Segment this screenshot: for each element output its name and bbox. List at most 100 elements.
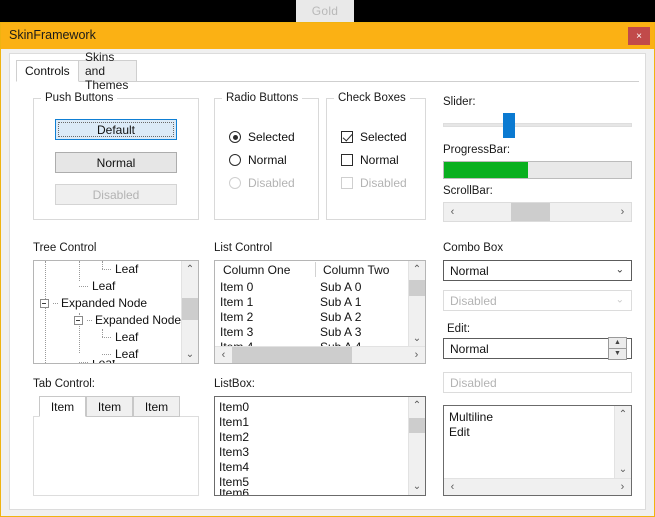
table-row[interactable]: Item 0 Sub A 0 [215,279,425,294]
slider-thumb[interactable] [503,113,515,138]
combo-box-disabled-value: Disabled [450,293,497,308]
scroll-right-icon[interactable]: › [614,203,631,221]
tree-node[interactable]: Leaf [79,278,115,294]
list-horizontal-scrollbar[interactable]: ‹ › [215,346,425,363]
checkbox-disabled-label: Disabled [360,176,407,190]
scroll-up-icon[interactable]: ⌃ [409,261,425,278]
combo-box-normal[interactable]: Normal ⌄ [443,260,632,281]
list-control[interactable]: Column One Column Two Item 0 Sub A 0 Ite… [214,260,426,364]
list-vertical-scrollbar[interactable]: ⌃ ⌄ [408,261,425,347]
tab-item-2[interactable]: Item [86,396,133,417]
radio-selected[interactable]: Selected [229,130,295,144]
list-hscroll-thumb[interactable] [232,347,352,363]
tree-node[interactable]: Leaf [102,329,138,345]
scroll-left-icon[interactable]: ‹ [444,479,461,495]
list-box[interactable]: Item0 Item1 Item2 Item3 Item4 Item5 Item… [214,396,426,496]
tree-vertical-scrollbar[interactable]: ⌃ ⌄ [181,261,198,363]
listbox-scrollbar-thumb[interactable] [409,417,425,434]
scroll-down-icon[interactable]: ⌄ [615,461,631,478]
spinner-control[interactable]: ▲ ▼ [608,337,627,360]
scroll-down-icon[interactable]: ⌄ [182,346,198,363]
list-item[interactable]: Item3 [219,444,249,459]
column-header-one[interactable]: Column One [215,261,315,278]
radio-normal[interactable]: Normal [229,153,287,167]
tree-collapse-icon[interactable] [40,298,49,308]
scroll-left-icon[interactable]: ‹ [215,347,232,363]
slider-track[interactable] [443,123,632,127]
tab-skins-and-themes[interactable]: Skins and Themes [76,50,138,92]
tab-control-body [33,416,199,496]
scroll-down-icon[interactable]: ⌄ [409,478,425,495]
tree-guide-line [45,261,47,363]
scroll-right-icon[interactable]: › [614,479,631,495]
radio-icon-normal [229,154,241,166]
list-item[interactable]: Item4 [219,459,249,474]
cell: Sub A 3 [320,324,362,339]
checkbox-normal-label: Normal [360,153,399,167]
multiline-vscroll-track[interactable] [615,423,631,461]
tree-node[interactable]: Leaf [102,261,138,277]
tree-collapse-icon[interactable] [74,315,83,325]
scroll-up-icon[interactable]: ⌃ [409,397,425,414]
tree-node-expanded[interactable]: Expanded Node [74,312,181,328]
column-separator[interactable] [315,262,316,277]
tree-control[interactable]: Leaf Leaf Expanded Node Expanded Node Le… [33,260,199,364]
multiline-horizontal-scrollbar[interactable]: ‹ › [444,478,631,495]
multiline-vertical-scrollbar[interactable]: ⌃ ⌄ [614,406,631,478]
checkbox-normal[interactable]: Normal [341,153,399,167]
list-item[interactable]: Item5 [219,474,249,489]
scrollbar-track[interactable] [461,203,614,221]
list-item[interactable]: Item2 [219,429,249,444]
radio-disabled: Disabled [229,176,295,190]
close-button[interactable]: × [628,27,650,45]
radio-icon-selected [229,131,241,143]
multiline-edit[interactable]: Multiline Edit ⌃ ⌄ ‹ › [443,405,632,496]
scroll-right-icon[interactable]: › [408,347,425,363]
tree-node-expanded[interactable]: Expanded Node [40,295,147,311]
scrollbar-thumb[interactable] [511,203,550,221]
checkbox-icon-selected [341,131,353,143]
normal-button[interactable]: Normal [55,152,177,173]
tree-scrollbar-track[interactable] [182,278,198,346]
horizontal-scrollbar[interactable]: ‹ › [443,202,632,222]
tree-connector [102,336,111,338]
list-item[interactable]: Item0 [219,399,249,414]
tab-item-1[interactable]: Item [39,396,86,417]
table-row[interactable]: Item 1 Sub A 1 [215,294,425,309]
progress-bar-fill [444,162,529,178]
spinner-down-icon[interactable]: ▼ [609,349,626,360]
tree-node-label: Expanded Node [95,313,182,327]
tree-connector [79,285,88,287]
list-item[interactable]: Item6 [219,489,249,495]
tree-node-label: Leaf [115,262,139,276]
column-header-two[interactable]: Column Two [315,261,410,278]
tree-node-label: Expanded Node [61,296,148,310]
gold-tab[interactable]: Gold [296,0,354,22]
table-row[interactable]: Item 3 Sub A 3 [215,324,425,339]
tree-node[interactable]: Leaf [79,360,115,363]
table-row[interactable]: Item 2 Sub A 2 [215,309,425,324]
multiline-hscroll-track[interactable] [461,479,614,495]
radio-normal-label: Normal [248,153,287,167]
tree-scrollbar-thumb[interactable] [182,298,198,321]
tab-controls[interactable]: Controls [16,60,79,82]
scroll-up-icon[interactable]: ⌃ [615,406,631,423]
edit-field-normal[interactable]: Normal [443,338,632,359]
checkbox-icon-normal [341,154,353,166]
listbox-vertical-scrollbar[interactable]: ⌃ ⌄ [408,397,425,495]
list-item[interactable]: Item1 [219,414,249,429]
default-button[interactable]: Default [55,119,177,140]
tab-item-3[interactable]: Item [133,396,180,417]
skinframework-window: SkinFramework × Controls Skins and Theme… [0,22,655,517]
cell: Sub A 0 [320,279,362,294]
scroll-left-icon[interactable]: ‹ [444,203,461,221]
spinner-up-icon[interactable]: ▲ [609,338,626,349]
default-button-label: Default [96,122,136,137]
list-hscroll-track[interactable] [232,347,408,363]
list-scrollbar-thumb[interactable] [409,280,425,296]
checkbox-selected[interactable]: Selected [341,130,407,144]
listbox-scrollbar-track[interactable] [409,414,425,478]
scroll-up-icon[interactable]: ⌃ [182,261,198,278]
list-scrollbar-track[interactable] [409,278,425,330]
scroll-down-icon[interactable]: ⌄ [409,330,425,347]
